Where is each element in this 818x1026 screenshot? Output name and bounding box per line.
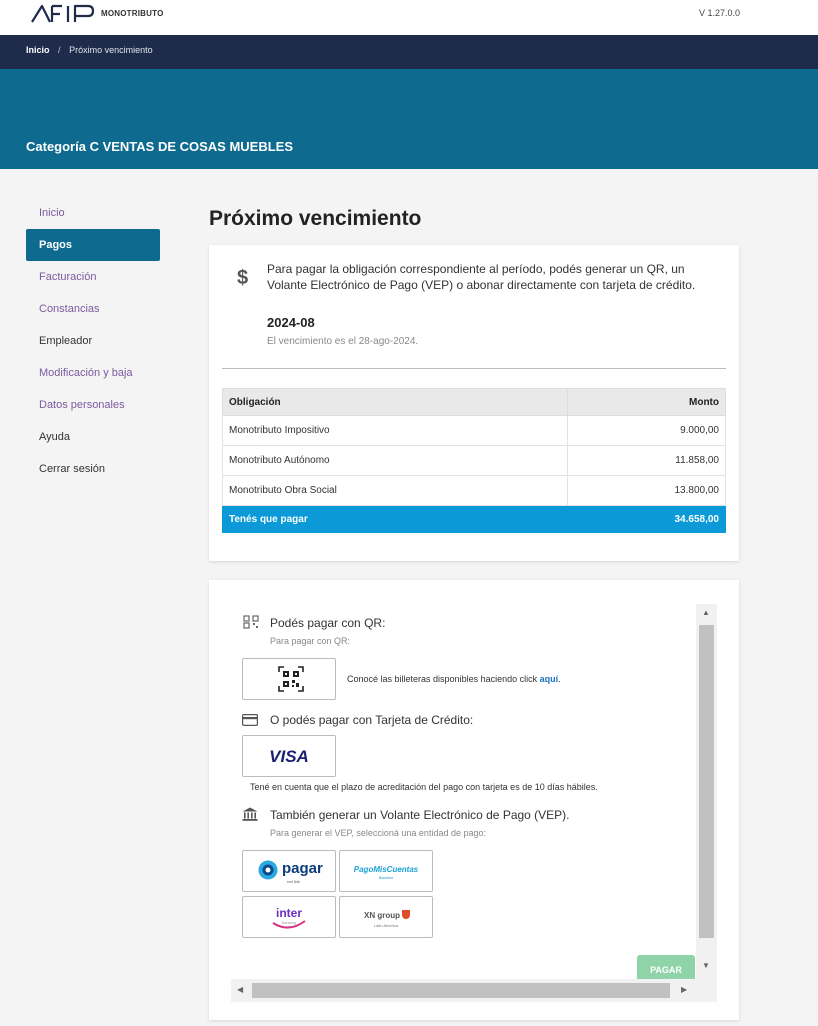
xn-group-logo-text: XN group	[364, 911, 400, 920]
credit-card-icon	[242, 714, 258, 726]
payment-description: Para pagar la obligación correspondiente…	[267, 262, 696, 292]
entity-pagar-button[interactable]: pagar red link	[242, 850, 336, 892]
obligation-amount: 11.858,00	[567, 445, 726, 476]
interbanking-logo-text: inter	[275, 906, 302, 920]
table-row: Monotributo Obra Social 13.800,00	[222, 475, 726, 506]
horizontal-scrollbar[interactable]: ◀ ▶	[231, 979, 717, 1002]
visa-logo-text: VISA	[269, 747, 309, 766]
scroll-left-arrow-icon[interactable]: ◀	[237, 985, 243, 994]
payment-frame: Podés pagar con QR: Para pagar con QR: C…	[231, 604, 717, 1002]
qr-note-suffix: .	[558, 674, 561, 684]
obligation-amount: 9.000,00	[567, 415, 726, 446]
app-version: V 1.27.0.0	[698, 8, 740, 18]
obligation-name: Monotributo Obra Social	[222, 475, 568, 506]
total-row: Tenés que pagar 34.658,00	[222, 505, 726, 533]
dollar-icon: $	[237, 267, 249, 289]
pagar-logo-text: pagar	[282, 860, 323, 877]
pay-button[interactable]: PAGAR	[637, 955, 695, 979]
total-amount: 34.658,00	[567, 505, 726, 533]
card-accreditation-note: Tené en cuenta que el plazo de acreditac…	[250, 782, 598, 792]
visa-pay-button[interactable]: VISA	[242, 735, 336, 777]
sidebar-item-modificacion-baja[interactable]: Modificación y baja	[26, 357, 160, 389]
xn-shield-icon	[402, 910, 410, 919]
brand-name: MONOTRIBUTO	[101, 9, 164, 18]
pagomiscuentas-logo-tagline: Banelco	[378, 875, 394, 880]
table-row: Monotributo Impositivo 9.000,00	[222, 415, 726, 446]
qr-section-subtitle: Para pagar con QR:	[270, 636, 351, 646]
wallets-link[interactable]: aquí	[540, 674, 559, 684]
payment-options-card: Podés pagar con QR: Para pagar con QR: C…	[209, 580, 739, 1020]
sidebar-item-facturacion[interactable]: Facturación	[26, 261, 160, 293]
afip-logo[interactable]	[30, 4, 96, 24]
due-date-text: El vencimiento es el 28-ago-2024.	[267, 336, 419, 347]
qr-code-icon	[278, 666, 304, 692]
obligation-name: Monotributo Autónomo	[222, 445, 568, 476]
obligation-amount: 13.800,00	[567, 475, 726, 506]
sidebar-item-empleador[interactable]: Empleador	[26, 325, 160, 357]
breadcrumb-home-link[interactable]: Inicio	[26, 45, 50, 55]
obligation-name: Monotributo Impositivo	[222, 415, 568, 446]
vep-section-title: También generar un Volante Electrónico d…	[270, 808, 570, 822]
column-header-obligacion: Obligación	[222, 388, 568, 416]
scroll-down-arrow-icon[interactable]: ▼	[702, 961, 710, 970]
xn-group-logo-tagline: Latin America	[373, 923, 399, 928]
breadcrumb: Inicio / Próximo vencimiento	[0, 35, 818, 69]
period-label: 2024-08	[267, 315, 315, 330]
qr-note-text: Conocé las billeteras disponibles hacien…	[347, 674, 538, 684]
bank-icon	[242, 807, 258, 821]
pagar-logo-icon	[258, 860, 278, 880]
entity-xn-group-button[interactable]: XN group Latin America	[339, 896, 433, 938]
vertical-scroll-thumb[interactable]	[699, 625, 714, 938]
column-header-monto: Monto	[567, 388, 726, 416]
vertical-scrollbar[interactable]: ▲ ▼	[696, 604, 717, 979]
obligation-card: $ Para pagar la obligación correspondien…	[209, 245, 739, 561]
category-title: Categoría C VENTAS DE COSAS MUEBLES	[26, 139, 294, 154]
qr-code-icon	[243, 615, 259, 629]
interbanking-swoosh-icon	[272, 920, 306, 929]
entity-pagomiscuentas-button[interactable]: PagoMisCuentas Banelco	[339, 850, 433, 892]
sidebar-item-inicio[interactable]: Inicio	[26, 197, 160, 229]
card-section-title: O podés pagar con Tarjeta de Crédito:	[270, 713, 474, 727]
breadcrumb-separator: /	[58, 45, 61, 55]
total-label: Tenés que pagar	[222, 505, 568, 533]
pagar-logo-tagline: red link	[287, 879, 300, 884]
qr-section-title: Podés pagar con QR:	[270, 616, 386, 630]
sidebar-item-ayuda[interactable]: Ayuda	[26, 421, 160, 453]
entity-interbanking-button[interactable]: inter banking	[242, 896, 336, 938]
qr-wallets-note: Conocé las billeteras disponibles hacien…	[347, 674, 561, 684]
sidebar-item-datos-personales[interactable]: Datos personales	[26, 389, 160, 421]
sidebar-item-cerrar-sesion[interactable]: Cerrar sesión	[26, 453, 160, 485]
hero-banner: Categoría C VENTAS DE COSAS MUEBLES	[0, 69, 818, 169]
vep-section-subtitle: Para generar el VEP, seleccioná una enti…	[270, 828, 486, 838]
top-bar: MONOTRIBUTO V 1.27.0.0	[0, 0, 818, 35]
sidebar-item-pagos[interactable]: Pagos	[26, 229, 160, 261]
breadcrumb-current: Próximo vencimiento	[69, 45, 153, 55]
sidebar-nav: Inicio Pagos Facturación Constancias Emp…	[26, 197, 160, 485]
pagomiscuentas-logo-text: PagoMisCuentas	[353, 865, 419, 874]
scroll-right-arrow-icon[interactable]: ▶	[681, 985, 687, 994]
qr-pay-button[interactable]	[242, 658, 336, 700]
table-row: Monotributo Autónomo 11.858,00	[222, 445, 726, 476]
sidebar-item-constancias[interactable]: Constancias	[26, 293, 160, 325]
horizontal-scroll-thumb[interactable]	[252, 983, 670, 998]
page-title: Próximo vencimiento	[209, 207, 422, 230]
obligations-table: Obligación Monto Monotributo Impositivo …	[222, 388, 726, 533]
table-header-row: Obligación Monto	[222, 388, 726, 416]
divider	[222, 368, 726, 369]
scroll-up-arrow-icon[interactable]: ▲	[702, 608, 710, 617]
